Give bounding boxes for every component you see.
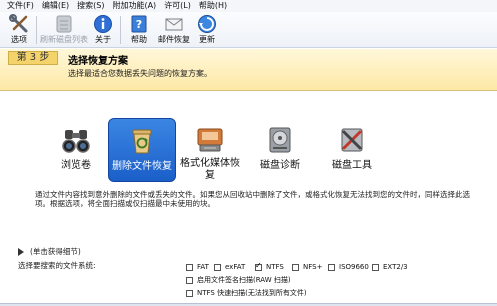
checkbox-box: [214, 263, 221, 271]
recovery-options-panel: 浏览卷 删除文件恢复 格式化媒体恢复 磁盘诊断 磁盘工具 通过文件内容找到意外删…: [0, 92, 497, 306]
help-label: 帮助: [131, 35, 147, 44]
checkbox-box: [372, 263, 379, 271]
toolbar: 选项 刷新磁盘列表 关于 ? 帮助 邮件恢复 更新: [0, 12, 497, 48]
checkbox-exfat[interactable]: exFAT: [214, 263, 245, 271]
option-label: 磁盘诊断: [260, 160, 300, 171]
checkbox-label: NFS+: [303, 263, 323, 271]
format-disk-icon: [192, 122, 228, 156]
checkbox-raw-scan[interactable]: 启用文件签名扫描(RAW 扫描): [186, 275, 291, 285]
help-button[interactable]: ? 帮助: [128, 13, 150, 47]
checkbox-label: exFAT: [225, 263, 246, 271]
checkbox-nfs-plus[interactable]: NFS+: [292, 263, 322, 271]
checkbox-iso9660[interactable]: ISO9660: [328, 263, 369, 271]
expand-arrow-icon: [18, 247, 24, 256]
step-description: 选择最适合您数据丢失问题的恢复方案。: [68, 69, 212, 78]
option-label: 格式化媒体恢复: [180, 158, 240, 181]
checkbox-label: FAT: [197, 263, 209, 271]
checkbox-label: NTFS 快速扫描(无法找到所有文件): [197, 289, 307, 297]
menu-bar: 文件(F) 编辑(E) 搜索(S) 附加功能(A) 许可(L) 帮助(H): [0, 0, 497, 12]
refresh-disk-list-label: 刷新磁盘列表: [40, 35, 88, 44]
checkbox-box: [255, 261, 262, 271]
step-title: 选择恢复方案: [68, 56, 128, 67]
details-toggle-label: (单击获得细节): [30, 247, 81, 256]
checkbox-box: [292, 263, 299, 271]
option-label: 浏览卷: [61, 160, 91, 171]
disk-diagnostics-icon: [262, 122, 298, 158]
menu-license[interactable]: 许可(L): [160, 0, 195, 12]
checkbox-ntfs[interactable]: NTFS: [255, 261, 284, 271]
checkbox-label: 启用文件签名扫描(RAW 扫描): [197, 276, 291, 284]
checkbox-box: [186, 289, 193, 297]
update-globe-icon: [196, 13, 218, 35]
update-button[interactable]: 更新: [196, 13, 218, 47]
recycle-bin-icon: [124, 123, 160, 159]
checkbox-label: NTFS: [266, 263, 284, 271]
refresh-disk-list-button[interactable]: 刷新磁盘列表: [40, 13, 88, 47]
checkbox-ext23[interactable]: EXT2/3: [372, 263, 408, 271]
option-label: 磁盘工具: [332, 160, 372, 171]
filesystem-label: 选择要搜索的文件系统:: [18, 261, 96, 270]
option-description: 通过文件内容找到意外删除的文件或丢失的文件。如果您从回收站中删除了文件，或格式化…: [35, 190, 470, 208]
menu-edit[interactable]: 编辑(E): [38, 0, 73, 12]
wrench-screwdriver-icon: [8, 13, 30, 35]
step-number-badge: 第 3 步: [8, 51, 58, 65]
menu-help[interactable]: 帮助(H): [195, 0, 231, 12]
option-browse-volume[interactable]: 浏览卷: [42, 118, 110, 182]
svg-text:?: ?: [136, 18, 142, 31]
disk-list-icon: [53, 13, 75, 35]
option-disk-tools[interactable]: 磁盘工具: [318, 118, 386, 182]
envelope-icon: [163, 13, 185, 35]
help-book-icon: ?: [128, 13, 150, 35]
option-disk-diagnostics[interactable]: 磁盘诊断: [246, 118, 314, 182]
option-deleted-file-recovery[interactable]: 删除文件恢复: [108, 118, 176, 182]
about-button[interactable]: 关于: [92, 13, 114, 47]
step-header: 第 3 步 选择恢复方案 选择最适合您数据丢失问题的恢复方案。: [0, 49, 497, 91]
checkbox-fat[interactable]: FAT: [186, 263, 209, 271]
options-button[interactable]: 选项: [6, 13, 32, 47]
menu-extras[interactable]: 附加功能(A): [108, 0, 160, 12]
binoculars-icon: [58, 122, 94, 158]
checkbox-label: ISO9660: [339, 263, 369, 271]
checkbox-box: [186, 263, 193, 271]
info-icon: [92, 13, 114, 35]
toolbar-separator: [120, 16, 121, 44]
update-label: 更新: [199, 35, 215, 44]
checkbox-box: [328, 263, 335, 271]
option-label: 删除文件恢复: [112, 161, 172, 172]
option-formatted-media-recovery[interactable]: 格式化媒体恢复: [176, 118, 244, 182]
about-label: 关于: [95, 35, 111, 44]
mail-recovery-button[interactable]: 邮件恢复: [157, 13, 191, 47]
menu-file[interactable]: 文件(F): [3, 0, 38, 12]
disk-tools-icon: [334, 122, 370, 158]
options-label: 选项: [11, 35, 27, 44]
checkbox-ntfs-quick-scan[interactable]: NTFS 快速扫描(无法找到所有文件): [186, 288, 307, 298]
mail-recovery-label: 邮件恢复: [158, 35, 190, 44]
menu-search[interactable]: 搜索(S): [73, 0, 108, 12]
details-toggle[interactable]: (单击获得细节): [18, 246, 81, 257]
checkbox-label: EXT2/3: [383, 263, 408, 271]
checkbox-box: [186, 276, 193, 284]
toolbar-separator: [36, 16, 37, 44]
